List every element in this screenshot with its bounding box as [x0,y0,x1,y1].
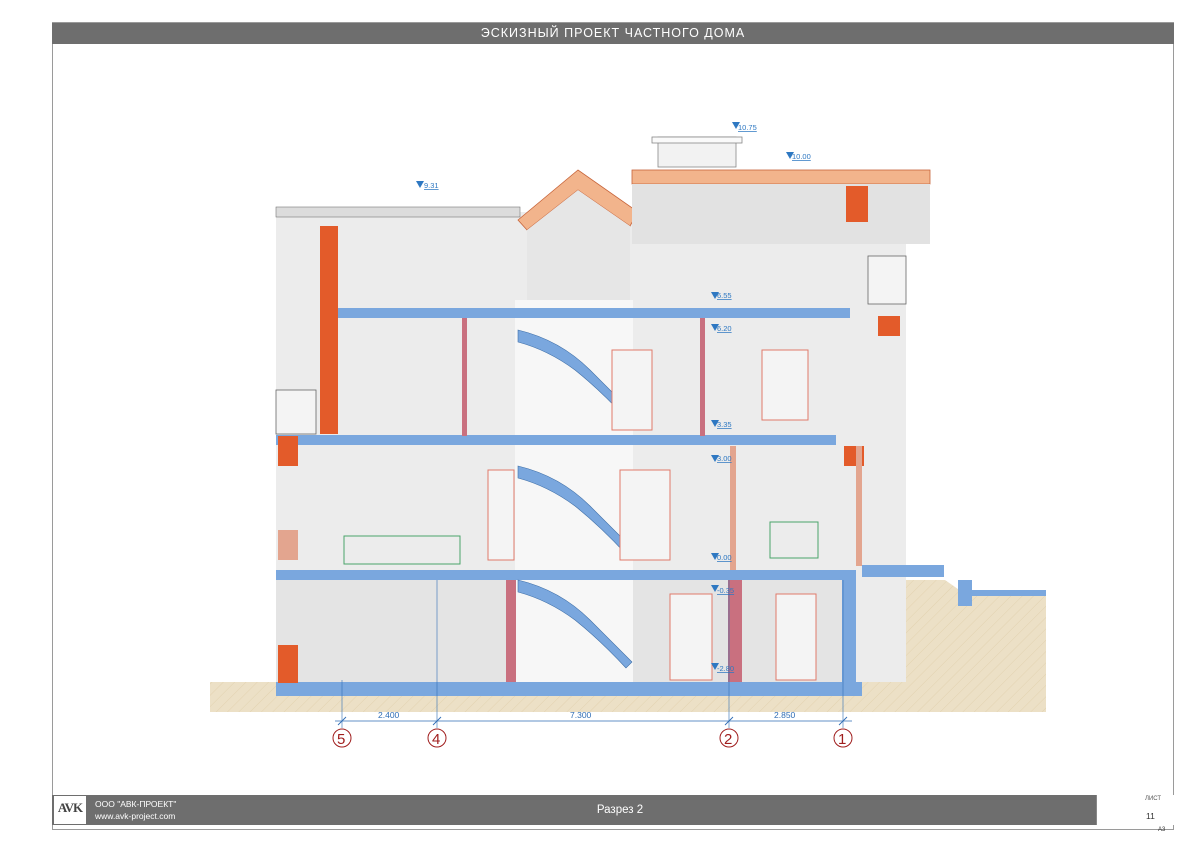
svg-text:9.31: 9.31 [424,181,439,190]
svg-text:-0.35: -0.35 [717,586,734,595]
window-floor-2 [761,349,809,421]
basement-wall-right [842,570,856,696]
door-floor-1b [487,469,515,561]
column-e [730,446,736,570]
sheet-number: 11 [1146,811,1155,821]
elevation-mark: 9.31 [416,181,439,190]
company-logo: AVK [54,796,86,824]
company-info: ООО "АВК-ПРОЕКТ" www.avk-project.com [95,798,176,822]
sheet-label: ЛИСТ [1145,796,1162,802]
svg-text:5: 5 [337,731,345,748]
outdoor-slab [972,590,1046,596]
sheet-format: А3 [1158,827,1166,833]
svg-text:-2.80: -2.80 [717,664,734,673]
wall-left-lower-2 [278,530,298,560]
door-basement [669,593,713,681]
elevation-mark: 10.00 [786,152,811,161]
svg-text:10.00: 10.00 [792,152,811,161]
svg-text:6.55: 6.55 [717,291,732,300]
sheet-number-box [1096,795,1175,825]
svg-text:3.35: 3.35 [717,420,732,429]
door-basement-2 [775,593,817,681]
svg-text:1: 1 [838,731,846,748]
wall-left-upper [320,226,338,434]
dimension-label: 2.400 [378,710,400,720]
roof-right [631,169,931,185]
balcony-right [867,255,907,305]
wall-left-lower-1 [278,645,298,683]
svg-text:3.00: 3.00 [717,454,732,463]
company-website[interactable]: www.avk-project.com [95,810,176,822]
elevation-mark: 10.75 [732,122,757,132]
sheet-title: Разрез 2 [596,804,644,816]
section-drawing: 10.75 10.00 9.31 6.55 6.20 3.35 3.00 0.0… [210,122,1046,748]
column-a [462,318,467,436]
axis-marker: 4 [427,728,447,748]
dimension-label: 2.850 [774,710,796,720]
roof-right-upper [632,184,930,244]
door-floor-2 [611,349,653,431]
column-f [856,446,862,566]
retaining-wall [958,580,972,606]
svg-text:4: 4 [432,731,440,748]
logo-mark: AVK [57,800,83,815]
slab-floor-1 [276,570,856,580]
company-name: ООО "АВК-ПРОЕКТ" [95,799,177,809]
wall-right-mid [878,316,900,336]
column-b [700,318,705,436]
parapet-cap [651,136,743,144]
axis-marker: 5 [332,728,352,748]
wall-right-top [846,186,868,222]
svg-text:6.20: 6.20 [717,324,732,333]
svg-text:0.00: 0.00 [717,553,732,562]
terrace-slab [862,565,944,577]
column-c [506,580,516,682]
balcony-left [275,389,317,435]
axis-marker: 1 [833,728,853,748]
slab-basement [276,682,862,696]
svg-text:10.75: 10.75 [738,123,757,132]
axis-marker: 2 [719,728,739,748]
slab-roof [330,308,850,318]
slab-floor-2 [276,435,836,445]
roof-left [275,206,521,218]
door-floor-1 [619,469,671,561]
svg-text:2: 2 [724,731,732,748]
wall-left-mid [278,436,298,466]
dimension-label: 7.300 [570,710,592,720]
